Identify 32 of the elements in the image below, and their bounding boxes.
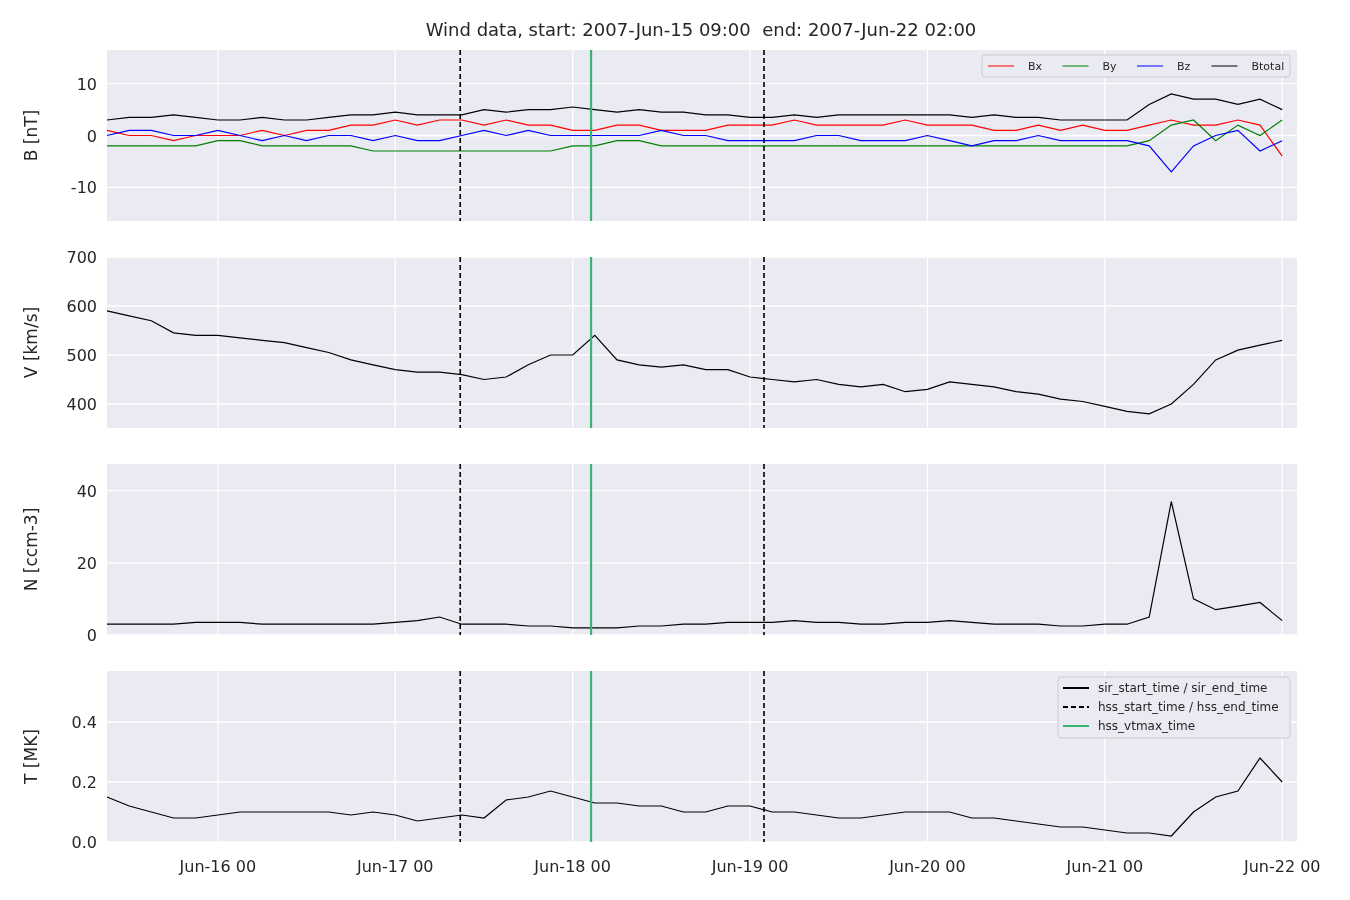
tick-label: 10 xyxy=(76,74,97,94)
legend-label: Bx xyxy=(1028,60,1043,73)
tick-label: 0 xyxy=(86,126,97,146)
tick-label: Jun-17 00 xyxy=(356,857,434,876)
legend-label: sir_start_time / sir_end_time xyxy=(1098,681,1268,695)
legend-label: By xyxy=(1102,60,1117,73)
legend-label: hss_start_time / hss_end_time xyxy=(1098,700,1279,714)
tick-label: 0 xyxy=(86,626,97,645)
chart-title: Wind data, start: 2007-Jun-15 09:00 end: 2007-Jun-22 02:00 xyxy=(424,18,978,40)
legend-label: hss_vtmax_time xyxy=(1098,719,1196,733)
tick-label: Jun-19 00 xyxy=(711,857,789,876)
tick-label: Jun-18 00 xyxy=(534,857,611,876)
legend-label: Bz xyxy=(1177,60,1191,73)
axis-label: V [km/s] xyxy=(21,306,41,379)
axis-label: B [nT] xyxy=(21,109,41,162)
tick-label: 40 xyxy=(76,481,97,501)
tick-label: 700 xyxy=(66,248,97,267)
tick-label: -10 xyxy=(70,178,97,198)
tick-label: 500 xyxy=(66,346,97,365)
tick-label: Jun-20 00 xyxy=(889,857,966,876)
tick-label: Jun-16 00 xyxy=(179,857,257,876)
axis-label: T [MK] xyxy=(21,729,41,784)
tick-label: Jun-21 00 xyxy=(1066,857,1144,876)
tick-label: 0.2 xyxy=(71,773,97,792)
legend-label: Btotal xyxy=(1251,60,1285,73)
tick-label: 400 xyxy=(66,395,97,414)
tick-label: 0.0 xyxy=(71,833,97,852)
tick-label: 20 xyxy=(76,553,97,573)
tick-label: 0.4 xyxy=(71,713,97,732)
tick-label: Jun-22 00 xyxy=(1243,857,1321,876)
axis-label: N [ccm-3] xyxy=(21,507,41,592)
tick-label: 600 xyxy=(66,297,97,316)
